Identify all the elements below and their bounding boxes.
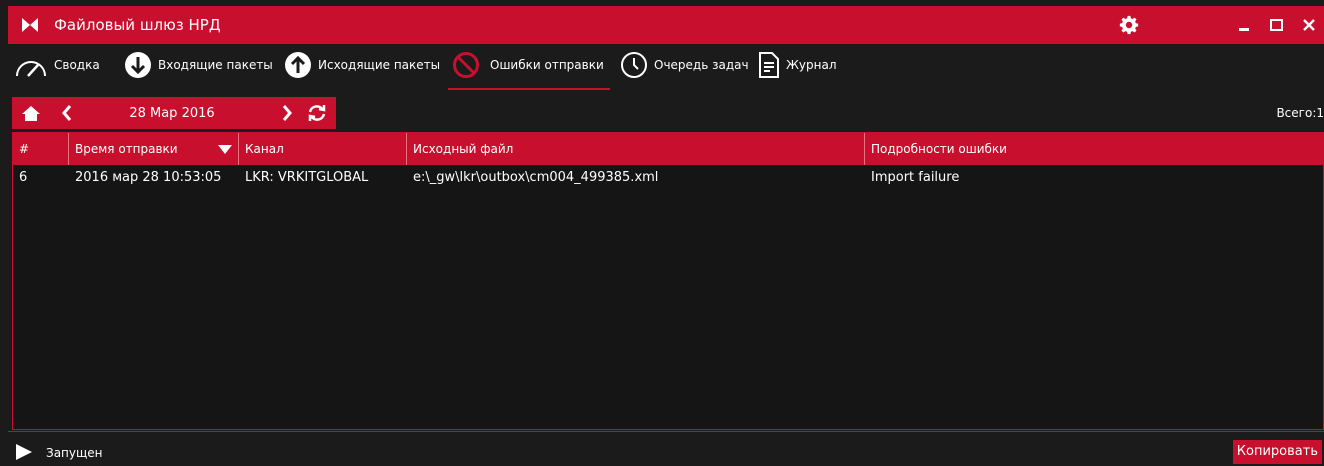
nav-item-task-queue[interactable]: Очередь задач <box>620 44 756 88</box>
app-window: Файловый шлюз НРД Сводка Входящие пакеты… <box>8 6 1324 466</box>
cell-error-details: Import failure <box>871 170 960 185</box>
service-status: Запущен <box>46 446 103 460</box>
nav-label: Ошибки отправки <box>490 58 604 72</box>
nav-label: Входящие пакеты <box>158 58 273 72</box>
nav-item-send-errors[interactable]: Ошибки отправки <box>448 44 610 90</box>
nav-item-summary[interactable]: Сводка <box>14 44 118 88</box>
document-icon <box>759 52 779 78</box>
total-count: Всего:1 <box>1276 106 1324 120</box>
nav-label: Исходящие пакеты <box>318 58 441 72</box>
nav-item-outgoing[interactable]: Исходящие пакеты <box>284 44 442 88</box>
play-icon[interactable] <box>14 442 34 462</box>
column-header-send-time[interactable]: Время отправки <box>69 133 239 165</box>
gauge-icon <box>16 61 46 77</box>
window-title: Файловый шлюз НРД <box>54 16 221 34</box>
clock-icon <box>621 52 647 78</box>
main-nav: Сводка Входящие пакеты Исходящие пакеты … <box>8 44 1324 90</box>
table-row[interactable]: 6 2016 мар 28 10:53:05 LKR: VRKITGLOBAL … <box>13 167 1323 189</box>
nav-item-journal[interactable]: Журнал <box>758 44 842 88</box>
column-header-label: Время отправки <box>75 142 178 156</box>
cell-number: 6 <box>19 170 28 185</box>
column-header-channel[interactable]: Канал <box>239 133 407 165</box>
nav-label: Журнал <box>786 58 837 72</box>
current-date[interactable]: 28 Мар 2016 <box>122 106 222 121</box>
status-separator <box>8 431 1324 432</box>
gear-icon[interactable] <box>1118 14 1140 36</box>
arrow-up-circle-icon <box>285 52 311 78</box>
copy-button[interactable]: Копировать <box>1232 440 1322 464</box>
maximize-icon[interactable] <box>1266 14 1288 36</box>
chevron-right-icon[interactable] <box>280 101 294 125</box>
nav-label: Сводка <box>54 58 100 72</box>
column-header-source-file[interactable]: Исходный файл <box>407 133 865 165</box>
cell-channel: LKR: VRKITGLOBAL <box>245 170 369 185</box>
arrow-down-circle-icon <box>125 52 151 78</box>
minimize-icon[interactable] <box>1234 14 1256 36</box>
cell-source-file: e:\_gw\lkr\outbox\cm004_499385.xml <box>413 170 659 185</box>
refresh-icon[interactable] <box>306 101 328 125</box>
chevron-left-icon[interactable] <box>60 101 74 125</box>
prohibited-icon <box>453 52 479 78</box>
cell-send-time: 2016 мар 28 10:53:05 <box>75 170 222 185</box>
title-bar: Файловый шлюз НРД <box>8 6 1324 44</box>
close-icon[interactable] <box>1298 14 1320 36</box>
sort-desc-icon <box>218 145 232 154</box>
nav-label: Очередь задач <box>654 58 749 72</box>
errors-table: # Время отправки Канал Исходный файл Под… <box>12 132 1324 430</box>
nav-item-incoming[interactable]: Входящие пакеты <box>124 44 280 88</box>
active-tab-indicator <box>448 88 610 90</box>
column-header-number[interactable]: # <box>13 133 69 165</box>
home-icon[interactable] <box>20 101 42 125</box>
table-header: # Время отправки Канал Исходный файл Под… <box>13 133 1323 165</box>
date-navigator: 28 Мар 2016 <box>12 97 336 129</box>
app-logo-icon <box>22 18 38 32</box>
column-header-error-details[interactable]: Подробности ошибки <box>865 133 1323 165</box>
